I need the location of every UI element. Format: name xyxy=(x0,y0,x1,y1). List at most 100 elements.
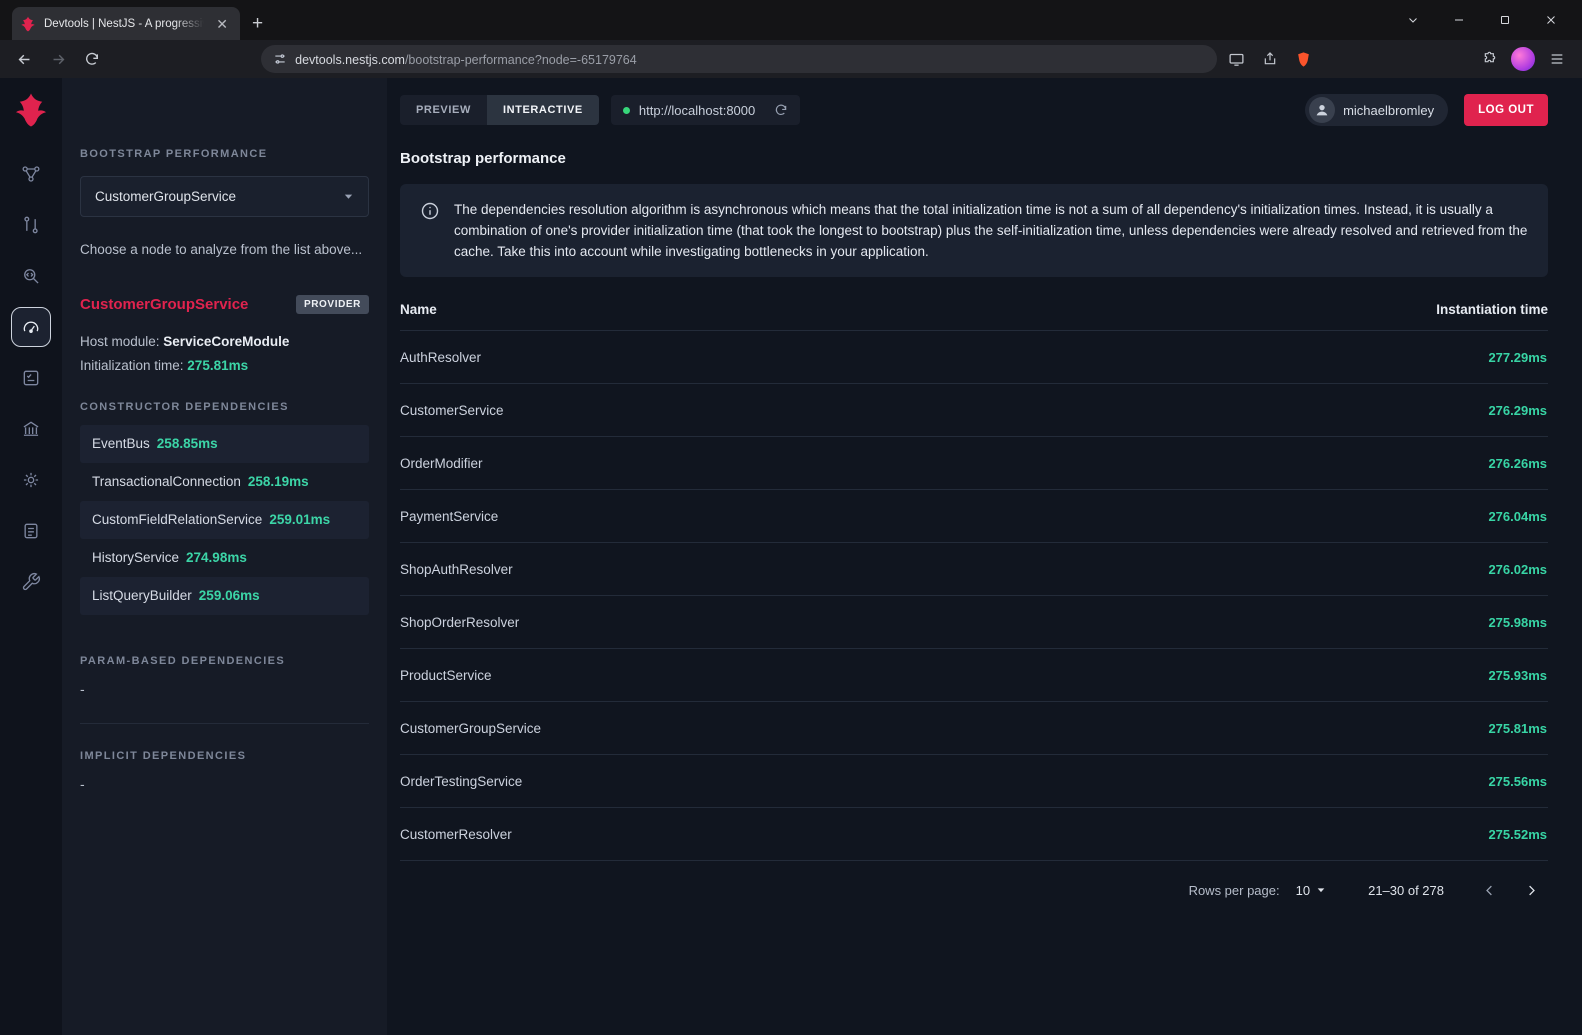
dep-item[interactable]: HistoryService 274.98ms xyxy=(80,539,369,577)
dep-time: 259.06ms xyxy=(199,588,260,603)
table-row[interactable]: CustomerService 276.29ms xyxy=(400,384,1548,437)
rows-per-page-label: Rows per page: xyxy=(1189,883,1280,898)
tab-title: Devtools | NestJS - A progressive xyxy=(44,18,204,30)
target-url-widget[interactable]: http://localhost:8000 xyxy=(611,95,800,125)
table-row[interactable]: OrderTestingService 275.56ms xyxy=(400,755,1548,808)
table-row[interactable]: CustomerResolver 275.52ms xyxy=(400,808,1548,861)
icon-sidebar xyxy=(0,78,62,1035)
reading-mode-icon[interactable] xyxy=(1221,44,1251,74)
dep-name: EventBus xyxy=(92,436,150,451)
minimize-button[interactable] xyxy=(1436,0,1482,40)
rows-per-page-value: 10 xyxy=(1296,883,1310,898)
column-time-header: Instantiation time xyxy=(1436,302,1548,317)
table-row[interactable]: PaymentService 276.04ms xyxy=(400,490,1548,543)
user-chip[interactable]: michaelbromley xyxy=(1305,94,1448,126)
row-time: 275.56ms xyxy=(1488,774,1547,789)
topbar-right: michaelbromley LOG OUT xyxy=(1305,94,1548,126)
sidebar-item-tools[interactable] xyxy=(11,562,51,602)
interactive-mode-button[interactable]: INTERACTIVE xyxy=(487,95,599,125)
caret-down-icon xyxy=(1316,885,1326,895)
tab-search-icon[interactable] xyxy=(1390,0,1436,40)
node-select[interactable]: CustomerGroupService xyxy=(80,176,369,217)
refresh-icon[interactable] xyxy=(774,103,788,117)
tab-close-icon[interactable]: ✕ xyxy=(212,15,232,33)
back-button[interactable] xyxy=(10,44,40,74)
address-bar[interactable]: devtools.nestjs.com/bootstrap-performanc… xyxy=(261,45,1217,73)
share-icon[interactable] xyxy=(1255,44,1285,74)
row-name: CustomerService xyxy=(400,403,504,418)
dep-time: 274.98ms xyxy=(186,550,247,565)
main-content: PREVIEW INTERACTIVE http://localhost:800… xyxy=(387,78,1582,1035)
url-host: devtools.nestjs.com xyxy=(295,53,405,67)
dep-item[interactable]: TransactionalConnection 258.19ms xyxy=(80,463,369,501)
sidebar-item-modules[interactable] xyxy=(11,409,51,449)
username: michaelbromley xyxy=(1343,103,1434,118)
row-name: CustomerResolver xyxy=(400,827,512,842)
constructor-deps-title: CONSTRUCTOR DEPENDENCIES xyxy=(80,401,369,413)
maximize-button[interactable] xyxy=(1482,0,1528,40)
row-name: ProductService xyxy=(400,668,492,683)
panel-hint: Choose a node to analyze from the list a… xyxy=(80,239,369,261)
host-module-line: Host module: ServiceCoreModule xyxy=(80,334,369,349)
table-row[interactable]: ShopAuthResolver 276.02ms xyxy=(400,543,1548,596)
table-row[interactable]: ProductService 275.93ms xyxy=(400,649,1548,702)
nestjs-logo[interactable] xyxy=(13,92,49,128)
browser-tab[interactable]: Devtools | NestJS - A progressive ✕ xyxy=(12,7,240,40)
host-module-value: ServiceCoreModule xyxy=(163,334,289,349)
site-settings-icon[interactable] xyxy=(273,52,287,66)
selected-node-header: CustomerGroupService PROVIDER xyxy=(80,295,369,314)
dep-name: ListQueryBuilder xyxy=(92,588,192,603)
preview-mode-button[interactable]: PREVIEW xyxy=(400,95,487,125)
devtools-app: BOOTSTRAP PERFORMANCE CustomerGroupServi… xyxy=(0,78,1582,1035)
page-title: Bootstrap performance xyxy=(400,150,1548,167)
dep-time: 258.85ms xyxy=(157,436,218,451)
sidebar-item-form[interactable] xyxy=(11,358,51,398)
sidebar-item-graph[interactable] xyxy=(11,154,51,194)
profile-avatar[interactable] xyxy=(1509,44,1539,74)
table-row[interactable]: OrderModifier 276.26ms xyxy=(400,437,1548,490)
sidebar-item-logs[interactable] xyxy=(11,511,51,551)
new-tab-button[interactable]: + xyxy=(240,7,275,40)
close-window-button[interactable] xyxy=(1528,0,1574,40)
selected-node-name: CustomerGroupService xyxy=(80,296,248,313)
info-box: The dependencies resolution algorithm is… xyxy=(400,184,1548,277)
dep-time: 258.19ms xyxy=(248,474,309,489)
extensions-icon[interactable] xyxy=(1475,44,1505,74)
app-topbar: PREVIEW INTERACTIVE http://localhost:800… xyxy=(400,88,1548,132)
menu-icon[interactable] xyxy=(1542,44,1572,74)
info-text: The dependencies resolution algorithm is… xyxy=(454,199,1528,262)
user-avatar xyxy=(1309,97,1335,123)
panel-divider xyxy=(80,723,369,724)
sidebar-item-bootstrap-performance[interactable] xyxy=(11,307,51,347)
table-row[interactable]: AuthResolver 277.29ms xyxy=(400,331,1548,384)
dep-item[interactable]: ListQueryBuilder 259.06ms xyxy=(80,577,369,615)
reload-button[interactable] xyxy=(77,44,107,74)
sidebar-item-settings[interactable] xyxy=(11,460,51,500)
window-controls xyxy=(1390,0,1574,40)
previous-page-button[interactable] xyxy=(1472,873,1506,907)
info-icon xyxy=(420,201,440,221)
left-panel: BOOTSTRAP PERFORMANCE CustomerGroupServi… xyxy=(62,78,387,1035)
table-row[interactable]: CustomerGroupService 275.81ms xyxy=(400,702,1548,755)
row-time: 277.29ms xyxy=(1488,350,1547,365)
forward-button[interactable] xyxy=(44,44,74,74)
mode-switcher: PREVIEW INTERACTIVE xyxy=(400,95,599,125)
logout-button[interactable]: LOG OUT xyxy=(1464,94,1548,126)
next-page-button[interactable] xyxy=(1514,873,1548,907)
target-url: http://localhost:8000 xyxy=(639,103,755,118)
row-name: OrderModifier xyxy=(400,456,483,471)
table-row[interactable]: ShopOrderResolver 275.98ms xyxy=(400,596,1548,649)
pagination-range: 21–30 of 278 xyxy=(1368,883,1444,898)
rows-per-page-select[interactable]: 10 xyxy=(1296,883,1326,898)
browser-toolbar: devtools.nestjs.com/bootstrap-performanc… xyxy=(0,40,1582,78)
implicit-deps-empty: - xyxy=(80,776,369,792)
dep-time: 259.01ms xyxy=(269,512,330,527)
node-select-value: CustomerGroupService xyxy=(95,189,236,204)
dep-item[interactable]: CustomFieldRelationService 259.01ms xyxy=(80,501,369,539)
sidebar-item-search-code[interactable] xyxy=(11,256,51,296)
init-time-line: Initialization time: 275.81ms xyxy=(80,358,369,373)
brave-shields-icon[interactable] xyxy=(1289,44,1319,74)
sidebar-item-routes[interactable] xyxy=(11,205,51,245)
dep-item[interactable]: EventBus 258.85ms xyxy=(80,425,369,463)
dep-name: TransactionalConnection xyxy=(92,474,241,489)
